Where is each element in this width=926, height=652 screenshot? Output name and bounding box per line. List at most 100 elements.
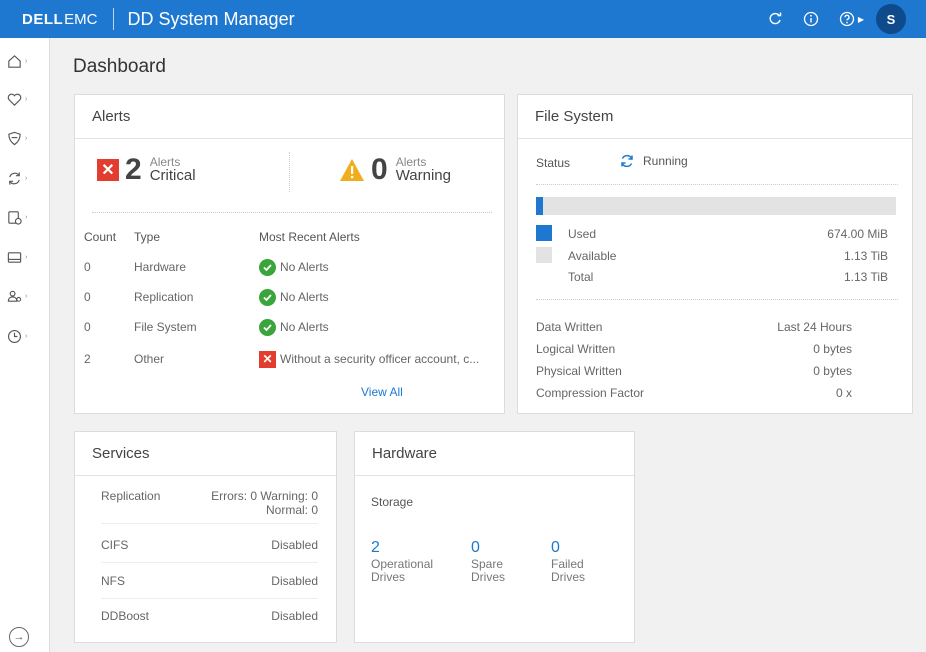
logical-written-label: Logical Written — [536, 342, 616, 356]
physical-written-label: Physical Written — [536, 364, 622, 378]
brand: DELL EMC DD System Manager — [22, 8, 295, 30]
brand-emc-logo: EMC — [64, 10, 98, 28]
column-header-type: Type — [134, 230, 161, 244]
compression-value: 0 x — [835, 386, 852, 400]
replication-icon[interactable]: › — [6, 166, 40, 190]
service-status: Disabled — [271, 538, 318, 552]
sync-icon — [621, 154, 633, 168]
service-row-ddboost[interactable]: DDBoost Disabled — [101, 609, 318, 634]
check-icon — [259, 288, 276, 306]
maintenance-icon[interactable]: › — [6, 324, 40, 348]
data-written-label: Data Written — [536, 320, 603, 334]
table-row[interactable]: 0 File System No Alerts — [84, 317, 494, 337]
warning-count: 0 — [371, 153, 388, 186]
alerts-divider — [92, 212, 492, 213]
alert-message: No Alerts — [280, 290, 329, 304]
help-icon[interactable]: ▶ — [839, 11, 864, 27]
legend-used: Used 674.00 MiB — [536, 225, 888, 243]
filesystem-panel-title: File System — [518, 95, 912, 139]
service-status: Disabled — [271, 574, 318, 588]
critical-label: Critical — [149, 167, 196, 184]
alert-message: Without a security officer account, c... — [280, 352, 480, 366]
table-row[interactable]: 0 Hardware No Alerts — [84, 257, 494, 277]
info-icon[interactable] — [803, 11, 819, 27]
service-row-replication[interactable]: Replication Errors: 0 Warning: 0 Normal:… — [101, 489, 318, 524]
operational-count: 2 — [371, 539, 380, 556]
alert-count: 0 — [84, 260, 91, 274]
alerts-summary-divider — [289, 152, 290, 192]
service-label: DDBoost — [101, 609, 150, 623]
service-row-nfs[interactable]: NFS Disabled — [101, 574, 318, 599]
hardware-icon[interactable]: › — [6, 205, 40, 229]
used-value: 674.00 MiB — [827, 227, 888, 241]
warning-alerts-summary[interactable]: 0 Alerts Warning — [339, 150, 451, 190]
failed-drives[interactable]: 0 Failed Drives — [551, 540, 585, 584]
alert-count: 0 — [84, 320, 91, 334]
replication-status-line2: Normal: 0 — [265, 503, 318, 517]
administration-icon[interactable]: › — [6, 284, 40, 308]
alerts-panel: Alerts ✕ 2 Alerts Critical 0 Alerts Warn… — [74, 94, 505, 414]
alert-count: 0 — [84, 290, 91, 304]
top-icons: ▶ S — [747, 0, 906, 38]
data-written-row: Data Written Last 24 Hours — [536, 320, 852, 336]
health-icon[interactable]: › — [6, 87, 40, 111]
hardware-panel-title: Hardware — [355, 432, 634, 476]
compression-row: Compression Factor 0 x — [536, 386, 852, 402]
available-swatch — [536, 247, 552, 263]
hardware-panel: Hardware Storage 2 Operational Drives 0 … — [354, 431, 635, 643]
table-row[interactable]: 0 Replication No Alerts — [84, 287, 494, 307]
spare-count: 0 — [471, 539, 480, 556]
caret-right-icon: ▶ — [857, 14, 864, 24]
legend-available: Available 1.13 TiB — [536, 247, 888, 265]
view-all-link[interactable]: View All — [361, 385, 403, 399]
warning-triangle-icon — [340, 159, 364, 181]
total-value: 1.13 TiB — [843, 270, 888, 284]
data-protection-icon[interactable]: › — [6, 126, 40, 150]
service-label: NFS — [101, 574, 125, 588]
usage-bar — [536, 197, 896, 215]
service-row-cifs[interactable]: CIFS Disabled — [101, 538, 318, 563]
physical-written-value: 0 bytes — [813, 364, 852, 378]
table-row[interactable]: 2 Other ✕ Without a security officer acco… — [84, 349, 494, 369]
spare-drives[interactable]: 0 Spare Drives — [471, 540, 505, 584]
user-avatar[interactable]: S — [876, 4, 906, 34]
compression-label: Compression Factor — [536, 386, 645, 400]
used-swatch — [536, 225, 552, 241]
available-label: Available — [568, 249, 617, 263]
home-icon[interactable]: › — [6, 49, 40, 73]
service-label: Replication — [101, 489, 161, 503]
fs-divider-bottom — [536, 299, 898, 300]
logical-written-value: 0 bytes — [813, 342, 852, 356]
column-header-recent: Most Recent Alerts — [259, 230, 360, 244]
alerts-panel-title: Alerts — [75, 95, 504, 139]
legend-total: Total 1.13 TiB — [536, 268, 888, 286]
expand-sidebar-icon[interactable]: → — [9, 627, 29, 647]
alert-count: 2 — [84, 352, 91, 366]
app-title: DD System Manager — [127, 8, 295, 29]
brand-divider — [112, 8, 114, 30]
alert-message: No Alerts — [280, 260, 329, 274]
reports-icon[interactable]: › — [6, 245, 40, 269]
column-header-count: Count — [84, 230, 117, 244]
service-label: CIFS — [101, 538, 129, 552]
available-value: 1.13 TiB — [843, 249, 888, 263]
critical-alerts-summary[interactable]: ✕ 2 Alerts Critical — [97, 150, 196, 190]
storage-label: Storage — [371, 495, 414, 509]
period-label: Last 24 Hours — [777, 320, 852, 334]
status-running: Running — [619, 153, 688, 169]
status-label: Status — [536, 156, 571, 170]
filesystem-panel: File System Status Running Used 674.00 M… — [517, 94, 913, 414]
failed-count: 0 — [551, 539, 560, 556]
refresh-icon[interactable] — [767, 11, 783, 27]
fs-divider-top — [536, 184, 898, 185]
spare-label-line2: Drives — [471, 570, 506, 584]
alert-type: Hardware — [134, 260, 187, 274]
critical-count: 2 — [125, 153, 142, 186]
logical-written-row: Logical Written 0 bytes — [536, 342, 852, 358]
replication-status-line1: Errors: 0 Warning: 0 — [211, 489, 318, 503]
alerts-table-header: Count Type Most Recent Alerts — [84, 227, 494, 247]
operational-drives[interactable]: 2 Operational Drives — [371, 540, 433, 584]
operational-label-line2: Drives — [371, 570, 406, 584]
failed-label-line2: Drives — [551, 570, 586, 584]
alert-type: Replication — [134, 290, 194, 304]
